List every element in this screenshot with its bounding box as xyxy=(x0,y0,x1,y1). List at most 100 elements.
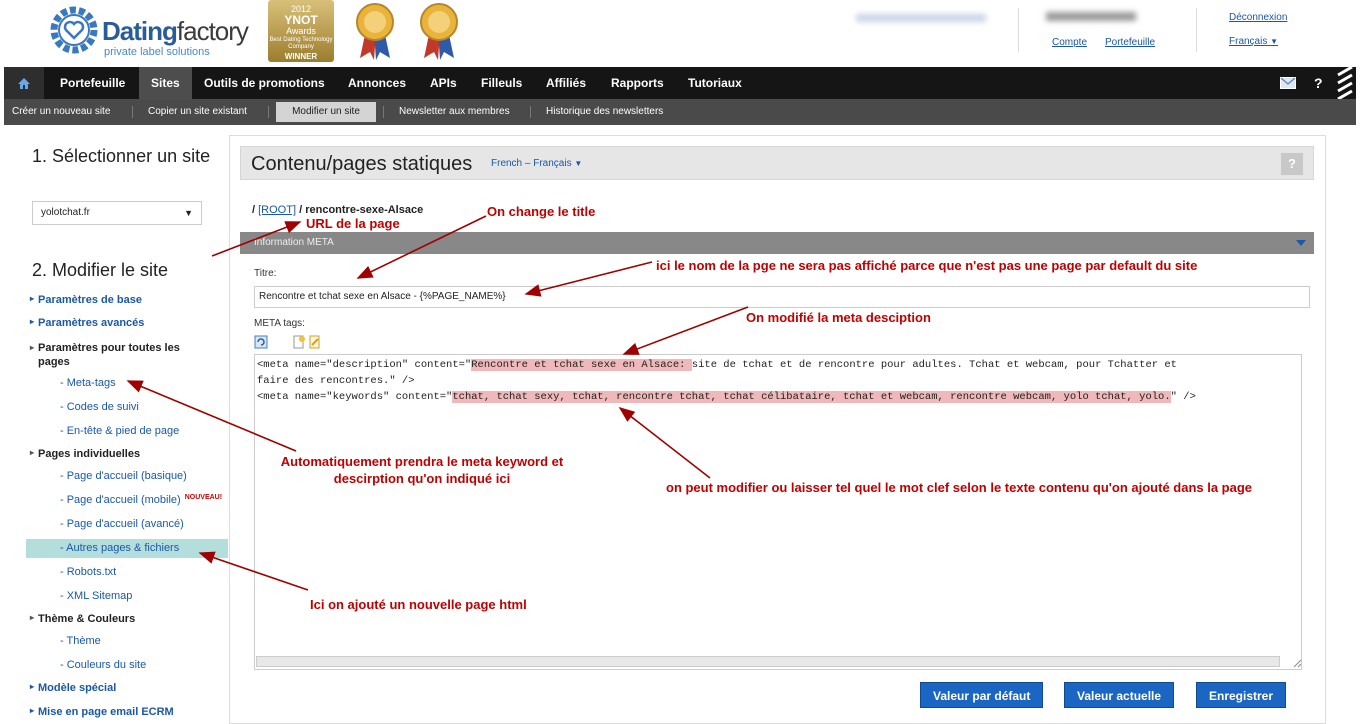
save-button[interactable]: Enregistrer xyxy=(1196,682,1287,708)
logout-link[interactable]: Déconnexion xyxy=(1229,12,1287,23)
sidebar-item-autres-pages[interactable]: - Autres pages & fichiers xyxy=(60,542,179,554)
nav-tutoriaux[interactable]: Tutoriaux xyxy=(676,67,754,99)
nav-portefeuille[interactable]: Portefeuille xyxy=(48,67,137,99)
subnav-divider xyxy=(383,106,384,118)
blurred-account-id xyxy=(1046,12,1136,21)
step2-title: 2. Modifier le site xyxy=(32,260,169,280)
subnav-historique-newsletters[interactable]: Historique des newsletters xyxy=(538,99,671,125)
new-badge: NOUVEAU! xyxy=(184,494,223,501)
sidebar-item-sitemap[interactable]: - XML Sitemap xyxy=(60,590,132,602)
bullet-icon: ▸ xyxy=(30,294,35,303)
bullet-icon: ▸ xyxy=(30,706,35,715)
highlighted-keywords: tchat, tchat sexy, tchat, rencontre tcha… xyxy=(452,391,1171,403)
nav-outils-promotions[interactable]: Outils de promotions xyxy=(192,67,337,99)
bullet-icon: ▸ xyxy=(30,448,35,457)
ynot-award-badge: 2012 YNOT Awards Best Dating Technology … xyxy=(268,0,334,62)
meta-section-title: Information META xyxy=(254,237,334,248)
nav-apis[interactable]: APIs xyxy=(418,67,469,99)
annotation-title: On change le title xyxy=(487,204,596,219)
language-label: Français xyxy=(1229,36,1268,47)
stripes-icon xyxy=(1337,67,1353,99)
meta-tags-label: META tags: xyxy=(254,318,305,329)
edit-file-icon[interactable] xyxy=(308,335,322,349)
sidebar-item-parametres-base[interactable]: ▸ Paramètres de base xyxy=(30,294,142,306)
help-button[interactable]: ? xyxy=(1281,153,1303,175)
content-language-dropdown[interactable]: French – Français ▼ xyxy=(491,158,582,169)
editor-line: faire des rencontres." /> xyxy=(257,375,415,387)
site-select[interactable]: yolotchat.fr ▼ xyxy=(32,201,202,225)
nav-sites[interactable]: Sites xyxy=(139,67,192,99)
sidebar-item-pages-individuelles[interactable]: ▸ Pages individuelles xyxy=(30,448,140,460)
titre-input[interactable]: Rencontre et tchat sexe en Alsace - {%PA… xyxy=(254,286,1310,308)
refresh-icon[interactable] xyxy=(254,335,268,349)
new-file-icon[interactable] xyxy=(292,335,306,349)
gear-heart-icon xyxy=(50,6,98,54)
editor-line: <meta name="description" content="Rencon… xyxy=(257,359,1177,371)
subnav-modifier-site[interactable]: Modifier un site xyxy=(276,102,376,122)
default-value-button[interactable]: Valeur par défaut xyxy=(920,682,1044,708)
site-select-value: yolotchat.fr xyxy=(41,207,90,218)
nav-filleuls[interactable]: Filleuls xyxy=(469,67,534,99)
step1-title: 1. Sélectionner un site xyxy=(32,146,211,166)
annotation-meta-desc: On modifié la meta desciption xyxy=(746,310,931,325)
header-divider xyxy=(1018,8,1019,52)
subnav-copier-site[interactable]: Copier un site existant xyxy=(140,99,255,125)
nav-rapports[interactable]: Rapports xyxy=(599,67,676,99)
account-link[interactable]: Compte xyxy=(1052,37,1087,48)
collapse-arrow-icon[interactable] xyxy=(1296,240,1306,246)
annotation-keywords: on peut modifier ou laisser tel quel le … xyxy=(666,480,1253,495)
help-icon[interactable]: ? xyxy=(1314,67,1323,99)
editor-line: <meta name="keywords" content="tchat, tc… xyxy=(257,391,1196,403)
titre-label: Titre: xyxy=(254,268,277,279)
sidebar-item-accueil-mobile[interactable]: - Page d'accueil (mobile) NOUVEAU! xyxy=(60,494,222,506)
sidebar-item-parametres-avances[interactable]: ▸ Paramètres avancés xyxy=(30,317,144,329)
sidebar-item-theme[interactable]: - Thème xyxy=(60,635,101,647)
current-value-button[interactable]: Valeur actuelle xyxy=(1064,682,1175,708)
nav-affilies[interactable]: Affiliés xyxy=(534,67,598,99)
breadcrumb-sep: / xyxy=(252,204,256,216)
breadcrumb-root-link[interactable]: [ROOT] xyxy=(258,204,296,216)
sidebar: 1. Sélectionner un site yolotchat.fr ▼ 2… xyxy=(16,135,228,724)
sidebar-item-codes-suivi[interactable]: - Codes de suivi xyxy=(60,401,139,413)
chevron-down-icon: ▼ xyxy=(184,208,193,218)
meta-tags-editor[interactable]: <meta name="description" content="Rencon… xyxy=(254,354,1302,670)
home-icon xyxy=(18,78,30,89)
blurred-username xyxy=(856,14,986,22)
datingfactory-logo[interactable]: Datingfactory private label solutions xyxy=(48,4,249,60)
language-dropdown[interactable]: Français ▼ xyxy=(1229,36,1278,47)
chevron-down-icon: ▼ xyxy=(1270,37,1279,46)
mail-icon[interactable] xyxy=(1280,77,1296,89)
brand-main: Dating xyxy=(102,16,178,46)
main-nav: Portefeuille Sites Outils de promotions … xyxy=(4,67,1356,99)
subnav-divider xyxy=(132,106,133,118)
sub-nav: Créer un nouveau site Copier un site exi… xyxy=(4,99,1356,125)
portfolio-link[interactable]: Portefeuille xyxy=(1105,37,1155,48)
sidebar-item-couleurs-site[interactable]: - Couleurs du site xyxy=(60,659,146,671)
sidebar-item-parametres-toutes-pages[interactable]: ▸ Paramètres pour toutes les pages xyxy=(30,341,208,369)
editor-horizontal-scrollbar[interactable] xyxy=(256,656,1280,667)
award-medal-icon xyxy=(420,3,458,60)
home-button[interactable] xyxy=(4,67,44,99)
subnav-divider xyxy=(530,106,531,118)
meta-section-header[interactable]: Information META xyxy=(240,232,1314,254)
annotation-url: URL de la page xyxy=(306,216,400,231)
sidebar-item-accueil-basique[interactable]: - Page d'accueil (basique) xyxy=(60,470,187,482)
subnav-creer-site[interactable]: Créer un nouveau site xyxy=(4,99,118,125)
subnav-divider xyxy=(268,106,269,118)
sidebar-item-modele-special[interactable]: ▸ Modèle spécial xyxy=(30,682,116,694)
award-medal-icon xyxy=(356,3,394,60)
sidebar-item-accueil-avance[interactable]: - Page d'accueil (avancé) xyxy=(60,518,184,530)
content-language-label: French – Français xyxy=(491,158,572,169)
bullet-icon: ▸ xyxy=(30,682,35,691)
subnav-newsletter[interactable]: Newsletter aux membres xyxy=(391,99,518,125)
sidebar-item-entete-pied[interactable]: - En-tête & pied de page xyxy=(60,425,179,437)
resize-handle-icon[interactable] xyxy=(1292,658,1302,668)
sidebar-item-email-ecrm[interactable]: ▸ Mise en page email ECRM xyxy=(30,706,174,718)
sidebar-item-meta-tags[interactable]: - Meta-tags xyxy=(60,377,116,389)
nav-annonces[interactable]: Annonces xyxy=(336,67,418,99)
annotation-new-page: Ici on ajouté un nouvelle page html xyxy=(310,597,527,612)
sidebar-item-theme-couleurs[interactable]: ▸ Thème & Couleurs xyxy=(30,613,135,625)
top-header: Datingfactory private label solutions 20… xyxy=(16,0,1344,66)
sidebar-item-robots[interactable]: - Robots.txt xyxy=(60,566,116,578)
bullet-icon: ▸ xyxy=(30,343,35,352)
